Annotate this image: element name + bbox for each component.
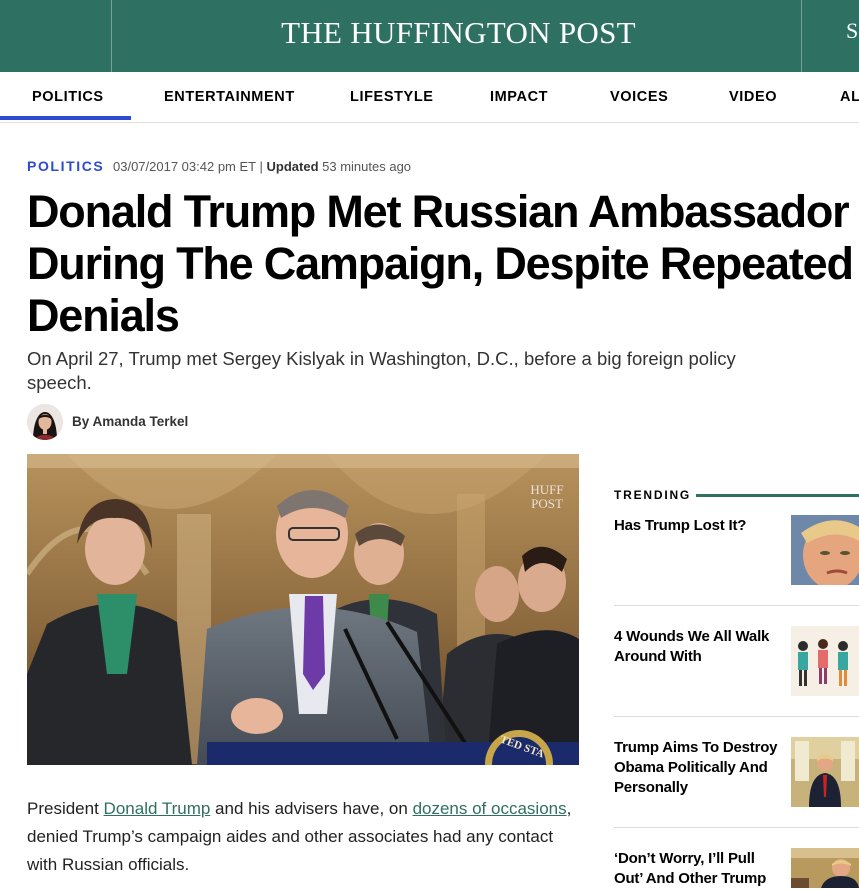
section-nav: POLITICS ENTERTAINMENT LIFESTYLE IMPACT …: [0, 72, 859, 123]
trending-divider: [614, 827, 859, 828]
photo-watermark-line2: POST: [531, 496, 563, 511]
trending-thumbnail[interactable]: [791, 737, 859, 807]
site-header: THE HUFFINGTON POST S: [0, 0, 859, 72]
press-conference-image: TED STA HUFF POST: [27, 454, 579, 765]
body-text: President: [27, 799, 104, 818]
nav-item-politics[interactable]: POLITICS: [32, 89, 104, 105]
nav-item-entertainment[interactable]: ENTERTAINMENT: [164, 89, 295, 105]
trending-divider: [614, 716, 859, 717]
photo-watermark-line1: HUFF: [530, 482, 563, 497]
link-dozens-of-occasions[interactable]: dozens of occasions: [413, 799, 567, 818]
trending-thumbnail[interactable]: [791, 848, 859, 888]
link-donald-trump[interactable]: Donald Trump: [104, 799, 211, 818]
trending-rule: [696, 494, 859, 497]
trending-item-title[interactable]: Trump Aims To Destroy Obama Politically …: [614, 738, 779, 798]
trending-thumbnail[interactable]: [791, 626, 859, 696]
author-photo: [27, 404, 63, 440]
trending-item-title[interactable]: Has Trump Lost It?: [614, 516, 779, 536]
trending-item[interactable]: Has Trump Lost It?: [614, 515, 859, 586]
nav-item-lifestyle[interactable]: LIFESTYLE: [350, 89, 434, 105]
trump-speaking-thumbnail: [791, 848, 859, 888]
article-body-paragraph: President Donald Trump and his advisers …: [27, 795, 577, 879]
nav-active-indicator: [0, 116, 131, 120]
author-avatar[interactable]: [27, 404, 63, 440]
updated-ago: 53 minutes ago: [322, 159, 412, 174]
article-dek: On April 27, Trump met Sergey Kislyak in…: [27, 348, 736, 393]
article-timestamp: 03/07/2017 03:42 pm ET | Updated 53 minu…: [113, 159, 411, 174]
body-text: and his advisers have, on: [210, 799, 413, 818]
publish-date: 03/07/2017 03:42 pm ET: [113, 159, 256, 174]
trending-thumbnail[interactable]: [791, 515, 859, 585]
hero-photo[interactable]: TED STA HUFF POST: [27, 454, 579, 765]
nav-item-more[interactable]: AL: [840, 89, 859, 105]
nav-item-impact[interactable]: IMPACT: [490, 89, 548, 105]
trump-portrait-thumbnail: [791, 515, 859, 585]
meta-separator: |: [259, 159, 263, 174]
trending-item-title[interactable]: ‘Don’t Worry, I’ll Pull Out’ And Other T…: [614, 849, 779, 889]
oval-office-thumbnail: [791, 737, 859, 807]
trending-label: TRENDING: [614, 488, 692, 502]
nav-item-voices[interactable]: VOICES: [610, 89, 668, 105]
updated-label: Updated: [266, 159, 319, 174]
trending-divider: [614, 605, 859, 606]
header-edge-fragment[interactable]: S: [846, 18, 858, 44]
trending-item[interactable]: 4 Wounds We All Walk Around With: [614, 626, 859, 697]
article-headline: Donald Trump Met Russian Ambassador Duri…: [27, 186, 854, 341]
trending-item[interactable]: Trump Aims To Destroy Obama Politically …: [614, 737, 859, 808]
illustration-thumbnail: [791, 626, 859, 696]
author-byline[interactable]: By Amanda Terkel: [72, 414, 188, 429]
trending-item-title[interactable]: 4 Wounds We All Walk Around With: [614, 627, 779, 667]
trending-item[interactable]: ‘Don’t Worry, I’ll Pull Out’ And Other T…: [614, 848, 859, 889]
nav-item-video[interactable]: VIDEO: [729, 89, 777, 105]
site-logo[interactable]: THE HUFFINGTON POST: [0, 0, 859, 72]
section-kicker[interactable]: POLITICS: [27, 158, 104, 174]
